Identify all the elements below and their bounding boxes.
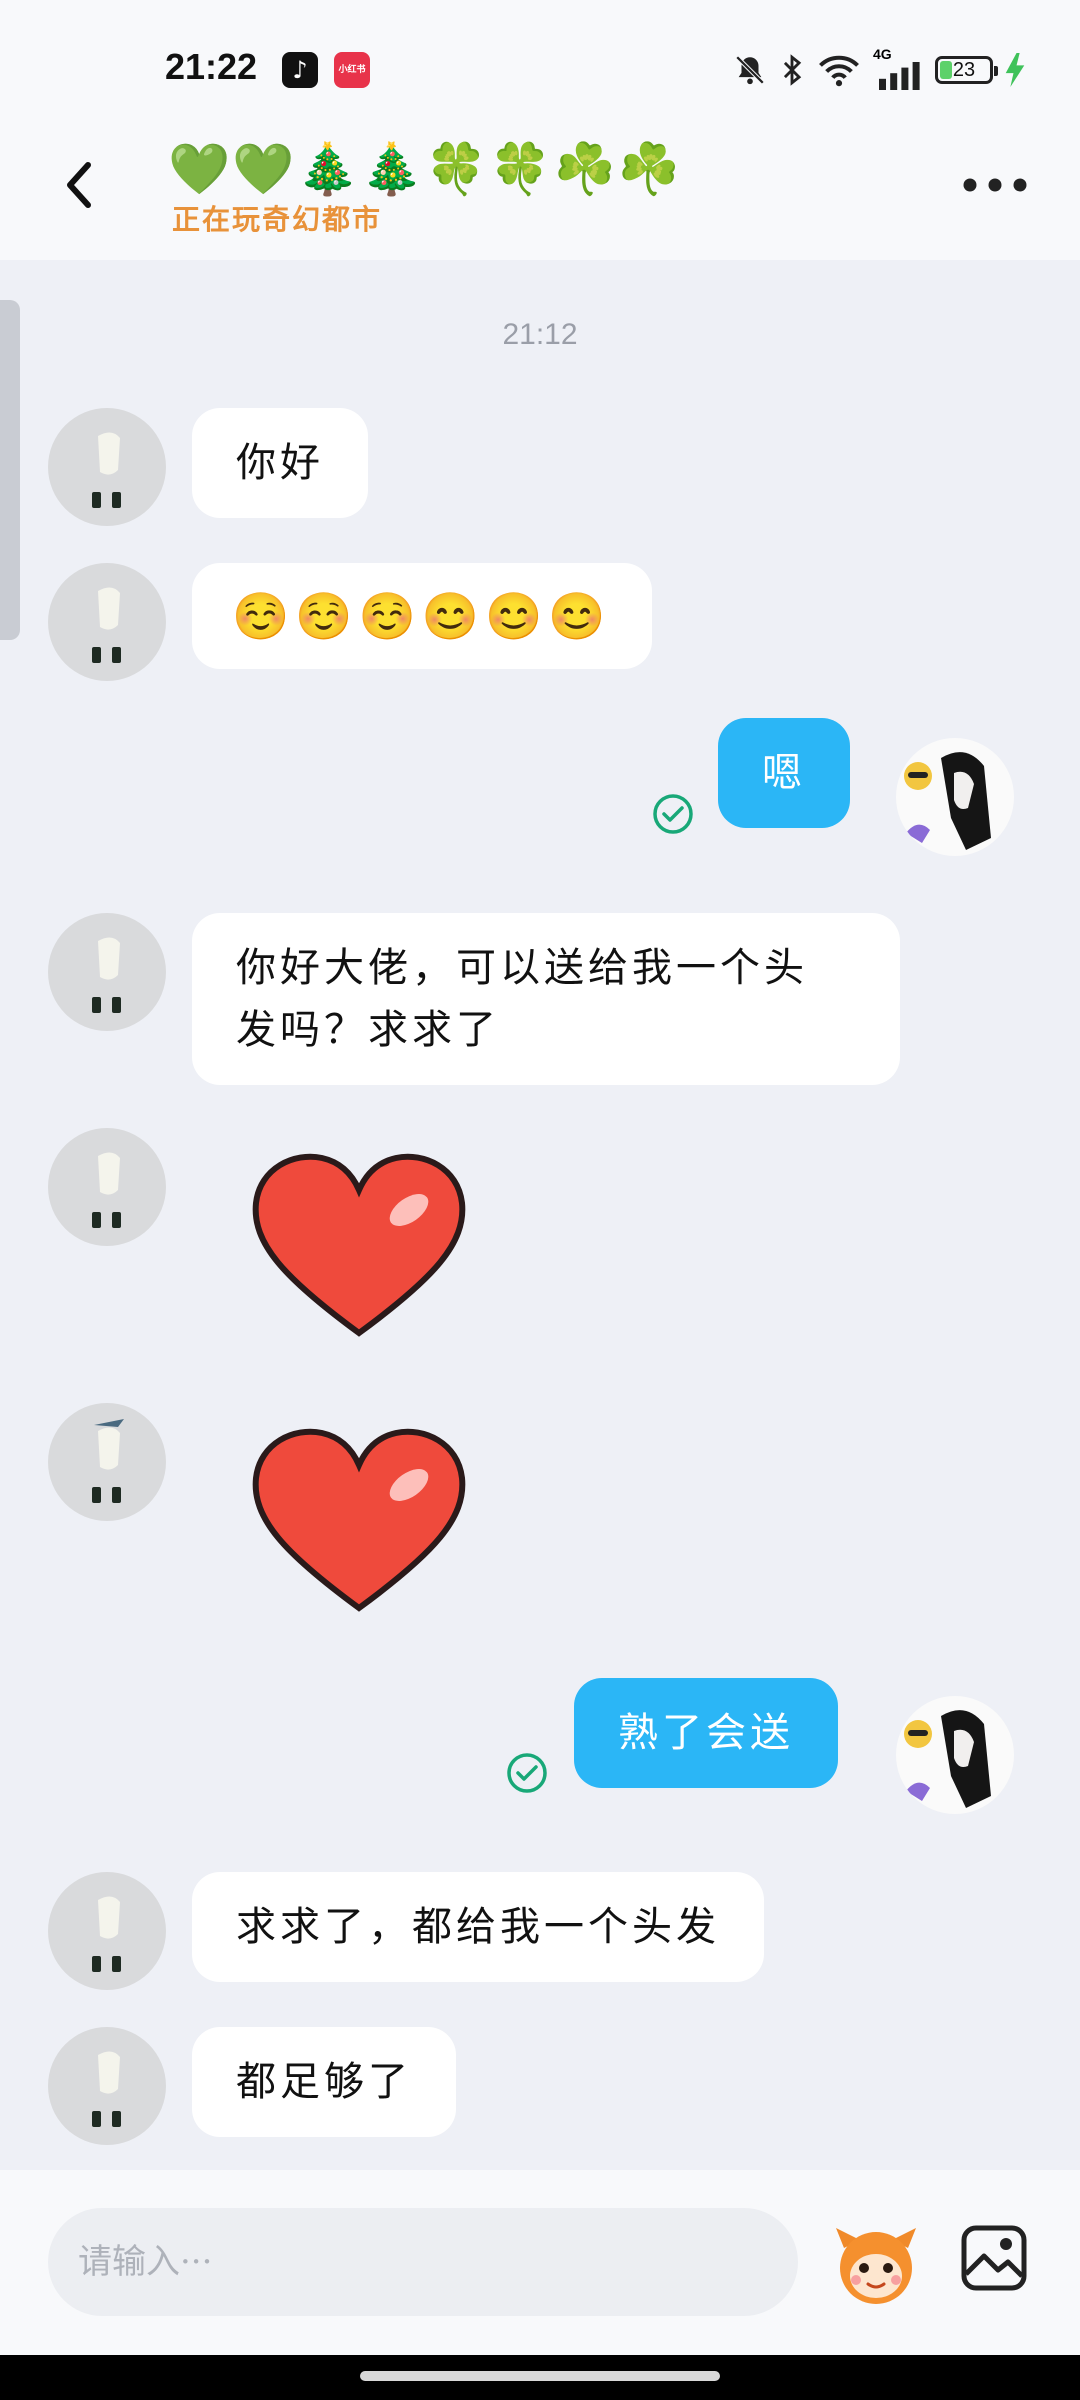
image-picker-button[interactable] <box>958 2222 1030 2294</box>
xiaohongshu-icon: 小红书 <box>334 52 370 88</box>
heart-sticker[interactable] <box>244 1423 474 1623</box>
message-text: 你好 <box>236 440 324 486</box>
message-bubble[interactable]: ☺️☺️☺️😊😊😊 <box>192 563 652 669</box>
chat-title: 💚💚🎄🎄🍀🍀☘️☘️ <box>168 140 683 198</box>
message-text: 求求了，都给我一个头发 <box>236 1904 720 1950</box>
sender-avatar[interactable] <box>48 1872 166 1990</box>
more-options-button[interactable] <box>960 170 1030 200</box>
sender-avatar[interactable] <box>48 1403 166 1521</box>
my-avatar[interactable] <box>896 1696 1014 1814</box>
charging-icon <box>1005 53 1025 87</box>
message-text-line: 发吗？求求了 <box>236 1007 500 1053</box>
message-bubble[interactable]: 你好大佬，可以送给我一个头 发吗？求求了 <box>192 913 900 1085</box>
sender-avatar[interactable] <box>48 2027 166 2145</box>
message-text: 都足够了 <box>236 2059 412 2105</box>
sticker-button[interactable] <box>830 2218 922 2310</box>
cell-signal-icon: 4G <box>873 46 923 90</box>
sender-avatar[interactable] <box>48 408 166 526</box>
home-indicator[interactable] <box>360 2371 720 2381</box>
chat-timestamp: 21:12 <box>502 318 578 351</box>
system-navigation-bar <box>0 2355 1080 2400</box>
message-bubble[interactable]: 求求了，都给我一个头发 <box>192 1872 764 1982</box>
mute-bell-icon <box>735 55 765 85</box>
message-bubble[interactable]: 你好 <box>192 408 368 518</box>
message-input[interactable]: 请输入··· <box>48 2208 798 2316</box>
wifi-icon <box>819 55 859 87</box>
message-text: 嗯 <box>762 750 806 796</box>
message-text-line: 你好大佬，可以送给我一个头 <box>236 945 808 991</box>
tiktok-icon: ♪ <box>282 52 318 88</box>
outgoing-message-bubble[interactable]: 熟了会送 <box>574 1678 838 1788</box>
signal-type: 4G <box>873 46 892 62</box>
input-bar: 请输入··· <box>0 2170 1080 2355</box>
message-bubble[interactable]: 都足够了 <box>192 2027 456 2137</box>
sender-avatar[interactable] <box>48 913 166 1031</box>
status-indicators: 4G 23 <box>733 46 1025 92</box>
read-check-icon <box>506 1752 548 1794</box>
bluetooth-icon <box>783 54 802 86</box>
status-bar: 21:22 ♪ 小红书 4G 23 <box>0 0 1080 130</box>
sender-avatar[interactable] <box>48 563 166 681</box>
emoji-message-text: ☺️☺️☺️😊😊😊 <box>232 589 612 643</box>
outgoing-message-bubble[interactable]: 嗯 <box>718 718 850 828</box>
heart-sticker[interactable] <box>244 1148 474 1348</box>
message-text: 熟了会送 <box>618 1710 794 1756</box>
my-avatar[interactable] <box>896 738 1014 856</box>
sender-avatar[interactable] <box>48 1128 166 1246</box>
chat-activity-status: 正在玩奇幻都市 <box>172 203 383 236</box>
read-check-icon <box>652 793 694 835</box>
status-time: 21:22 <box>165 46 258 87</box>
battery-level: 23 <box>952 59 976 81</box>
back-button[interactable] <box>50 155 110 215</box>
chat-header: 💚💚🎄🎄🍀🍀☘️☘️ 正在玩奇幻都市 <box>0 130 1080 260</box>
battery-icon: 23 <box>935 56 998 84</box>
